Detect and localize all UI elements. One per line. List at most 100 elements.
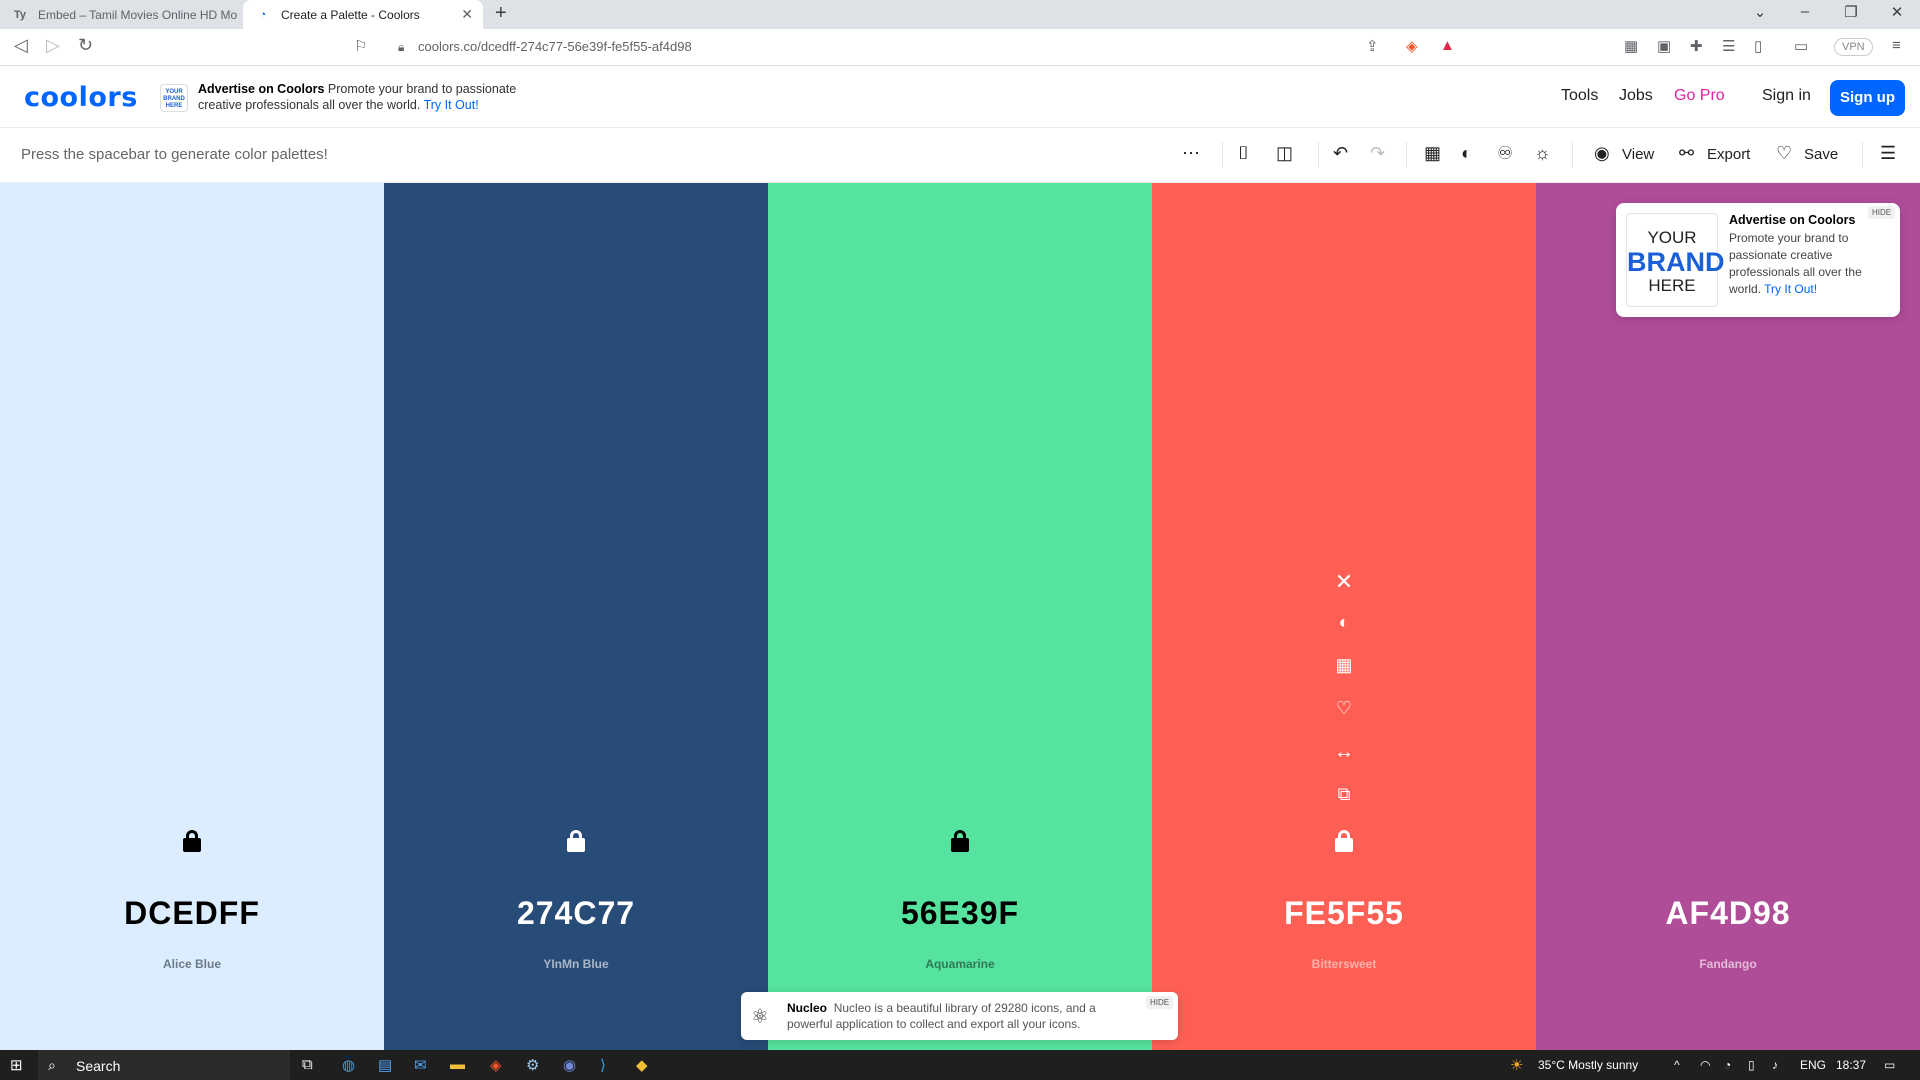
copy-icon[interactable]: ⧉ <box>1328 784 1360 805</box>
back-icon[interactable]: ◁ <box>14 35 28 56</box>
tab-search-chevron-icon[interactable]: ⌄ <box>1737 3 1783 21</box>
color-hex[interactable]: AF4D98 <box>1536 895 1920 932</box>
puzzle-extensions-icon[interactable]: ✚ <box>1690 37 1703 55</box>
grid-icon[interactable]: ▦ <box>1424 143 1441 164</box>
color-column-alice-blue[interactable]: DCEDFF Alice Blue <box>0 183 384 1050</box>
color-column-yinmn-blue[interactable]: 274C77 YInMn Blue <box>384 183 768 1050</box>
lock-icon[interactable] <box>1333 830 1355 852</box>
task-view-icon[interactable]: ⧉ <box>302 1056 313 1073</box>
file-explorer-icon[interactable]: ▬ <box>450 1056 465 1073</box>
nav-tools[interactable]: Tools <box>1561 87 1598 105</box>
minimize-button[interactable]: – <box>1782 3 1828 20</box>
nav-go-pro[interactable]: Go Pro <box>1674 87 1725 105</box>
coolors-logo[interactable]: coolors <box>24 82 138 113</box>
export-button[interactable]: Export <box>1707 146 1750 163</box>
tab-tamil-movies[interactable]: Ty Embed – Tamil Movies Online HD Mo <box>0 0 243 29</box>
sign-up-button[interactable]: Sign up <box>1830 80 1905 116</box>
toast-title: Nucleo <box>787 1001 828 1015</box>
ad-brand-logo[interactable]: YOUR BRAND HERE <box>1626 213 1725 307</box>
reload-icon[interactable]: ↻ <box>78 35 93 56</box>
color-column-aquamarine[interactable]: 56E39F Aquamarine <box>768 183 1152 1050</box>
tab-label: Embed – Tamil Movies Online HD Mo <box>38 7 238 22</box>
heart-icon[interactable]: ♡ <box>1776 143 1792 164</box>
lock-icon[interactable] <box>565 830 587 852</box>
bookmark-icon[interactable]: ⚐ <box>354 37 367 55</box>
brave-icon[interactable]: ◈ <box>490 1056 502 1074</box>
color-hex[interactable]: 274C77 <box>384 895 768 932</box>
extension-icon[interactable]: ▦ <box>1624 37 1638 55</box>
share-nodes-icon[interactable]: ⚯ <box>1679 143 1694 164</box>
favorite-heart-icon[interactable]: ♡ <box>1328 698 1360 719</box>
new-tab-button[interactable]: + <box>495 2 507 25</box>
tray-chevron-icon[interactable]: ^ <box>1674 1058 1680 1072</box>
brave-shields-icon[interactable]: ◈ <box>1406 37 1418 55</box>
drag-arrows-icon[interactable]: ↔ <box>1328 741 1360 764</box>
ad-card-link[interactable]: Try It Out! <box>1764 282 1817 296</box>
header-ad[interactable]: Advertise on Coolors Promote your brand … <box>198 81 538 113</box>
steam-icon[interactable]: ⚙ <box>526 1056 539 1074</box>
brightness-icon[interactable]: ☼ <box>1534 143 1551 164</box>
hide-ad-button[interactable]: HIDE <box>1868 206 1896 219</box>
nav-jobs[interactable]: Jobs <box>1619 87 1653 105</box>
color-column-bittersweet[interactable]: ✕ ◐ ▦ ♡ ↔ ⧉ FE5F55 Bittersweet <box>1152 183 1536 1050</box>
lock-icon[interactable] <box>181 830 203 852</box>
more-options-icon[interactable]: ⋯ <box>1182 143 1200 164</box>
language-indicator[interactable]: ENG <box>1800 1058 1826 1072</box>
lock-icon[interactable] <box>949 830 971 852</box>
brave-rewards-icon[interactable]: ▲ <box>1440 37 1455 54</box>
discord-icon[interactable]: ◉ <box>563 1056 576 1074</box>
sign-in-link[interactable]: Sign in <box>1762 87 1811 105</box>
close-tab-icon[interactable]: ✕ <box>461 6 473 23</box>
forward-icon[interactable]: ▷ <box>46 35 60 56</box>
vpn-button[interactable]: VPN <box>1834 38 1873 56</box>
store-icon[interactable]: ▤ <box>378 1056 392 1074</box>
remove-color-icon[interactable]: ✕ <box>1328 569 1360 595</box>
vscode-icon[interactable]: ⟩ <box>600 1056 606 1074</box>
network-icon[interactable]: ◠ <box>1700 1058 1710 1072</box>
ad-card[interactable]: YOUR BRAND HERE Advertise on Coolors Pro… <box>1616 203 1900 317</box>
weather-text[interactable]: 35°C Mostly sunny <box>1538 1058 1638 1072</box>
ad-link[interactable]: Try It Out! <box>424 98 479 112</box>
mail-icon[interactable]: ✉ <box>414 1056 427 1074</box>
wifi-icon[interactable]: ◔ <box>1724 1058 1731 1072</box>
windows-start-icon[interactable]: ⊞ <box>10 1056 23 1074</box>
color-hex[interactable]: DCEDFF <box>0 895 384 932</box>
wallet-icon[interactable]: ▭ <box>1794 37 1808 55</box>
edge-icon[interactable]: ◍ <box>342 1056 355 1074</box>
ad-brand-logo[interactable]: YOUR BRAND HERE <box>160 84 188 112</box>
notifications-icon[interactable]: ▭ <box>1884 1058 1895 1072</box>
menu-icon[interactable]: ≡ <box>1892 37 1901 54</box>
color-hex[interactable]: FE5F55 <box>1152 895 1536 932</box>
nucleo-toast[interactable]: ⚛ Nucleo Nucleo is a beautiful library o… <box>741 992 1178 1040</box>
divider <box>1222 142 1223 168</box>
close-window-button[interactable]: ✕ <box>1874 3 1920 21</box>
sidebar-icon[interactable]: ▯ <box>1754 37 1762 55</box>
share-icon[interactable]: ⇪ <box>1366 37 1379 55</box>
clock[interactable]: 18:37 <box>1836 1058 1866 1072</box>
ad-logo-line: YOUR <box>1647 228 1697 247</box>
hamburger-menu-icon[interactable]: ☰ <box>1880 143 1896 164</box>
restore-button[interactable]: ❐ <box>1828 3 1874 21</box>
contrast-icon[interactable]: ◐ <box>1328 612 1360 633</box>
python-icon[interactable]: ◆ <box>636 1056 648 1074</box>
hide-toast-button[interactable]: HIDE <box>1146 996 1174 1009</box>
ad-card-title: Advertise on Coolors <box>1729 213 1856 227</box>
glasses-icon[interactable]: ♾ <box>1497 143 1513 164</box>
camera-icon[interactable]: ⌷ <box>1238 143 1249 164</box>
redo-icon[interactable]: ↷ <box>1370 143 1385 164</box>
eye-icon[interactable]: ◉ <box>1594 143 1610 164</box>
view-button[interactable]: View <box>1622 146 1654 163</box>
weather-icon[interactable]: ☀ <box>1510 1056 1523 1074</box>
picture-in-picture-icon[interactable]: ▣ <box>1657 37 1671 55</box>
playlist-icon[interactable]: ☰ <box>1722 37 1735 55</box>
color-hex[interactable]: 56E39F <box>768 895 1152 932</box>
url-field[interactable]: coolors.co/dcedff-274c77-56e39f-fe5f55-a… <box>418 39 692 54</box>
tab-coolors[interactable]: ◔ Create a Palette - Coolors ✕ <box>243 0 483 29</box>
microphone-icon[interactable]: ▯ <box>1748 1058 1755 1072</box>
contrast-icon[interactable]: ◐ <box>1461 143 1472 164</box>
shades-grid-icon[interactable]: ▦ <box>1328 655 1360 676</box>
split-view-icon[interactable]: ◫ <box>1276 143 1293 164</box>
undo-icon[interactable]: ↶ <box>1333 143 1348 164</box>
save-button[interactable]: Save <box>1804 146 1838 163</box>
volume-icon[interactable]: ♪ <box>1772 1058 1778 1072</box>
